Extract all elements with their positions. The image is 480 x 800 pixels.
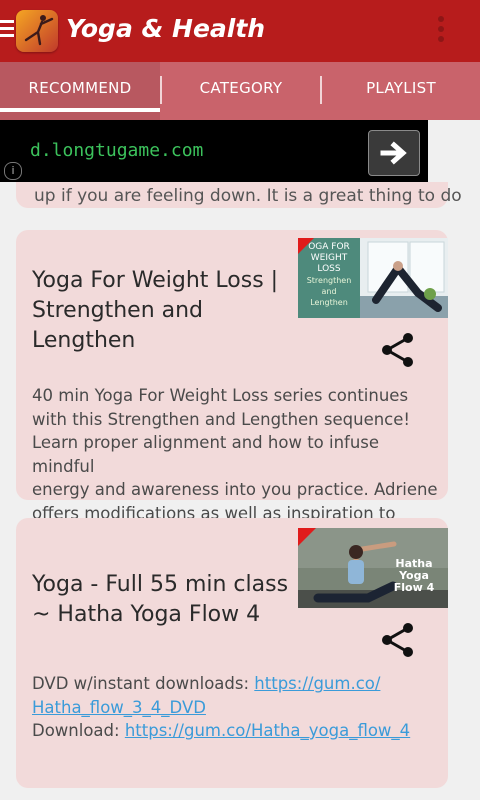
info-icon[interactable]: i	[4, 162, 22, 180]
description-line: 40 min Yoga For Weight Loss series conti…	[32, 386, 409, 405]
thumbnail-text: WEIGHT	[310, 253, 348, 263]
share-icon[interactable]	[378, 330, 418, 374]
download-link[interactable]: https://gum.co/Hatha_yoga_flow_4	[125, 721, 410, 740]
card-description: DVD w/instant downloads: https://gum.co/…	[32, 672, 444, 743]
thumbnail-text: and	[321, 287, 337, 296]
card-title-line: ~ Hatha Yoga Flow 4	[32, 602, 261, 627]
tab-label: RECOMMEND	[28, 79, 132, 97]
menu-icon[interactable]	[0, 20, 14, 40]
video-thumbnail[interactable]: OGA FOR WEIGHT LOSS Strengthen and Lengt…	[298, 238, 448, 318]
ad-open-button[interactable]	[368, 130, 420, 176]
tab-playlist[interactable]: PLAYLIST	[322, 62, 480, 120]
feed[interactable]: up if you are feeling down. It is a grea…	[0, 182, 480, 800]
app-title: Yoga & Health	[66, 14, 266, 43]
app-logo-icon	[16, 10, 58, 52]
description-line: with this Strengthen and Lengthen sequen…	[32, 409, 411, 429]
video-card[interactable]: Yoga - Full 55 min class ~ Hatha Yoga Fl…	[16, 518, 448, 788]
arrow-right-icon	[380, 141, 407, 165]
thumbnail-text: Lengthen	[310, 298, 348, 307]
description-line: Download: https://gum.co/Hatha_yoga_flow…	[32, 719, 444, 743]
description-line: DVD w/instant downloads: https://gum.co/	[32, 672, 444, 696]
share-icon[interactable]	[378, 620, 418, 664]
description-text: Download:	[32, 721, 125, 740]
video-card[interactable]: up if you are feeling down. It is a grea…	[16, 182, 462, 208]
thumbnail-text: Strengthen	[306, 276, 352, 285]
video-card[interactable]: Yoga For Weight Loss | Strengthen and Le…	[16, 230, 448, 546]
card-description: up if you are feeling down. It is a grea…	[34, 186, 462, 206]
dvd-link[interactable]: Hatha_flow_3_4_DVD	[32, 698, 206, 717]
video-thumbnail[interactable]: Hatha Yoga Flow 4	[298, 528, 448, 608]
tab-category[interactable]: CATEGORY	[162, 62, 320, 120]
card-title-line: Strengthen and	[32, 298, 204, 323]
card-title-line: Yoga - Full 55 min class	[32, 572, 289, 597]
card-title-line: Yoga For Weight Loss |	[32, 268, 279, 293]
thumbnail-text: LOSS	[317, 264, 341, 274]
ad-banner[interactable]: d.longtugame.com i	[0, 120, 428, 182]
description-text: DVD w/instant downloads:	[32, 674, 255, 693]
tab-label: PLAYLIST	[366, 79, 436, 97]
description-line: Learn proper alignment and how to infuse…	[32, 433, 380, 476]
ad-url: d.longtugame.com	[30, 140, 204, 161]
card-title[interactable]: Yoga - Full 55 min class ~ Hatha Yoga Fl…	[32, 570, 302, 630]
tab-indicator	[0, 108, 160, 112]
thumbnail-text: Flow 4	[393, 581, 435, 594]
dvd-link[interactable]: https://gum.co/	[254, 674, 380, 693]
card-title[interactable]: Yoga For Weight Loss | Strengthen and Le…	[32, 266, 282, 356]
thumbnail-text: OGA FOR	[308, 242, 350, 252]
description-line: energy and awareness into you practice. …	[32, 480, 438, 499]
tab-label: CATEGORY	[199, 79, 283, 97]
overflow-menu-icon[interactable]	[436, 16, 446, 46]
card-title-line: Lengthen	[32, 328, 136, 353]
description-line: Hatha_flow_3_4_DVD	[32, 696, 444, 720]
app-bar: Yoga & Health	[0, 0, 480, 62]
tab-bar: RECOMMEND CATEGORY PLAYLIST	[0, 62, 480, 120]
